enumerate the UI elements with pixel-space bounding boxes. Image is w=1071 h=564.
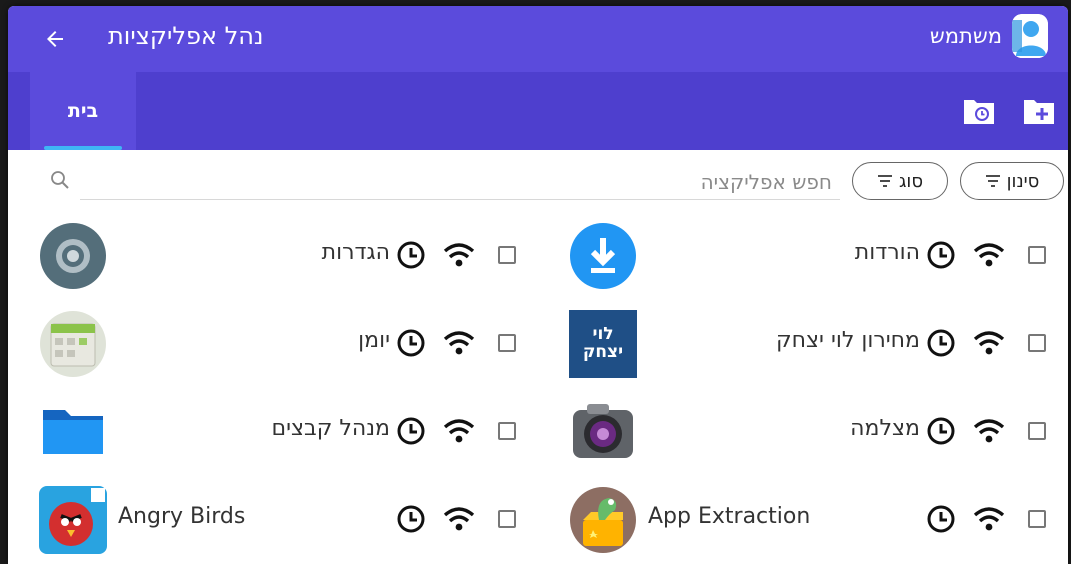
add-folder-icon[interactable] (1022, 96, 1056, 126)
app-grid: הגדרות הורדות יומן לוי יצחק מחירון לוי י… (8, 212, 1068, 564)
app-item-downloads[interactable]: הורדות (538, 212, 1068, 300)
app-name: App Extraction (648, 504, 811, 529)
filter-chip[interactable]: סינון (960, 162, 1064, 200)
app-checkbox[interactable] (498, 422, 516, 440)
app-controls (394, 502, 516, 536)
app-item-files[interactable]: מנהל קבצים (8, 388, 538, 476)
user-name: משתמש (929, 24, 1002, 48)
app-name: הורדות (854, 240, 920, 265)
wifi-icon[interactable] (442, 238, 476, 272)
wifi-icon[interactable] (972, 326, 1006, 360)
app-controls (924, 326, 1046, 360)
levi-yitzhak-icon: לוי יצחק (568, 309, 638, 379)
clock-folder-icon[interactable] (962, 96, 996, 126)
tab-strip: בית (8, 72, 1068, 150)
filter-row: סוג סינון (8, 150, 1068, 212)
app-item-levi-yitzhak[interactable]: לוי יצחק מחירון לוי יצחק (538, 300, 1068, 388)
search-icon (51, 171, 69, 189)
sort-lines-icon (878, 175, 892, 187)
search-input[interactable] (80, 164, 840, 200)
tab-home-label: בית (67, 100, 99, 122)
app-controls (924, 502, 1046, 536)
files-icon (38, 397, 108, 467)
app-name: מצלמה (850, 416, 920, 441)
app-item-settings[interactable]: הגדרות (8, 212, 538, 300)
clock-icon[interactable] (924, 326, 958, 360)
app-checkbox[interactable] (1028, 422, 1046, 440)
arrow-left-icon (47, 31, 63, 47)
app-controls (924, 414, 1046, 448)
app-checkbox[interactable] (1028, 334, 1046, 352)
app-name: יומן (358, 328, 390, 353)
clock-icon[interactable] (924, 414, 958, 448)
app-extraction-icon (568, 485, 638, 555)
wifi-icon[interactable] (442, 326, 476, 360)
filter-lines-icon (985, 175, 1000, 187)
app-bar: נהל אפליקציות משתמש (8, 6, 1068, 72)
user-area[interactable]: משתמש (930, 14, 1048, 58)
filter-chip-label: סינון (1006, 170, 1040, 192)
clock-icon[interactable] (924, 502, 958, 536)
wifi-icon[interactable] (972, 238, 1006, 272)
downloads-icon (568, 221, 638, 291)
app-item-app-extraction[interactable]: App Extraction (538, 476, 1068, 564)
back-button[interactable] (40, 24, 70, 54)
wifi-icon[interactable] (442, 502, 476, 536)
user-avatar-icon (1012, 14, 1048, 58)
app-checkbox[interactable] (498, 246, 516, 264)
clock-icon[interactable] (394, 326, 428, 360)
clock-icon[interactable] (394, 502, 428, 536)
avatar[interactable] (1012, 14, 1048, 58)
camera-icon (568, 397, 638, 467)
tab-home[interactable]: בית (30, 72, 136, 150)
wifi-icon[interactable] (972, 502, 1006, 536)
app-name: הגדרות (321, 240, 390, 265)
clock-icon[interactable] (394, 238, 428, 272)
type-chip-label: סוג (899, 170, 924, 192)
app-controls (394, 238, 516, 272)
app-checkbox[interactable] (498, 510, 516, 528)
wifi-icon[interactable] (442, 414, 476, 448)
tab-actions (962, 96, 1056, 126)
app-name: מנהל קבצים (271, 416, 390, 441)
app-window: נהל אפליקציות משתמש בית חפש אפליקציה סוג… (8, 6, 1068, 564)
levi-yitzhak-icon-bottom: יצחק (582, 342, 624, 362)
app-controls (924, 238, 1046, 272)
type-chip[interactable]: סוג (852, 162, 948, 200)
app-checkbox[interactable] (498, 334, 516, 352)
app-item-angry-birds[interactable]: Angry Birds (8, 476, 538, 564)
app-controls (394, 326, 516, 360)
app-name: מחירון לוי יצחק (776, 328, 920, 353)
app-item-camera[interactable]: מצלמה (538, 388, 1068, 476)
app-controls (394, 414, 516, 448)
clock-icon[interactable] (924, 238, 958, 272)
app-name: Angry Birds (118, 504, 246, 529)
app-checkbox[interactable] (1028, 246, 1046, 264)
app-checkbox[interactable] (1028, 510, 1046, 528)
app-item-calendar[interactable]: יומן (8, 300, 538, 388)
page-title: נהל אפליקציות (108, 22, 264, 50)
settings-icon (38, 221, 108, 291)
calendar-icon (38, 309, 108, 379)
clock-icon[interactable] (394, 414, 428, 448)
wifi-icon[interactable] (972, 414, 1006, 448)
angry-birds-icon (38, 485, 108, 555)
